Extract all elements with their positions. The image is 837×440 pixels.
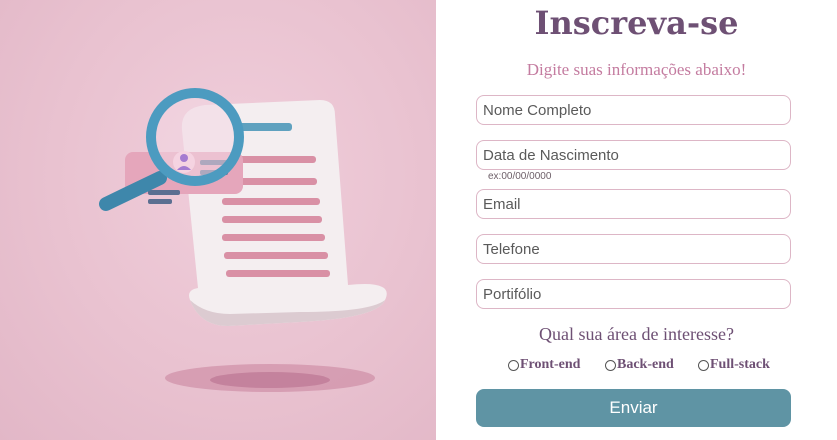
birthdate-input[interactable] (476, 140, 791, 170)
radio-circle-icon[interactable] (605, 359, 616, 371)
radio-full-stack[interactable]: Full-stack (698, 357, 770, 373)
email-input[interactable] (476, 189, 791, 219)
radio-circle-icon[interactable] (698, 359, 709, 371)
document-search-illustration (99, 88, 387, 392)
illustration-panel (0, 0, 436, 440)
radio-label: Back-end (617, 357, 674, 372)
radio-back-end[interactable]: Back-end (605, 357, 674, 373)
form-subtitle: Digite suas informações abaixo! (526, 60, 747, 79)
birthdate-hint: ex:00/00/0000 (488, 171, 552, 182)
radio-label: Full-stack (710, 357, 770, 372)
form-title: Inscreva-se (534, 4, 739, 42)
radio-front-end[interactable]: Front-end (508, 357, 580, 373)
submit-button[interactable]: Enviar (476, 389, 791, 427)
radio-circle-icon[interactable] (508, 359, 519, 371)
radio-label: Front-end (520, 357, 581, 372)
signup-form: Inscreva-se Digite suas informações abai… (436, 0, 837, 440)
interest-question: Qual sua área de interesse? (539, 324, 734, 344)
phone-input[interactable] (476, 234, 791, 264)
portfolio-input[interactable] (476, 279, 791, 309)
name-input[interactable] (476, 95, 791, 125)
